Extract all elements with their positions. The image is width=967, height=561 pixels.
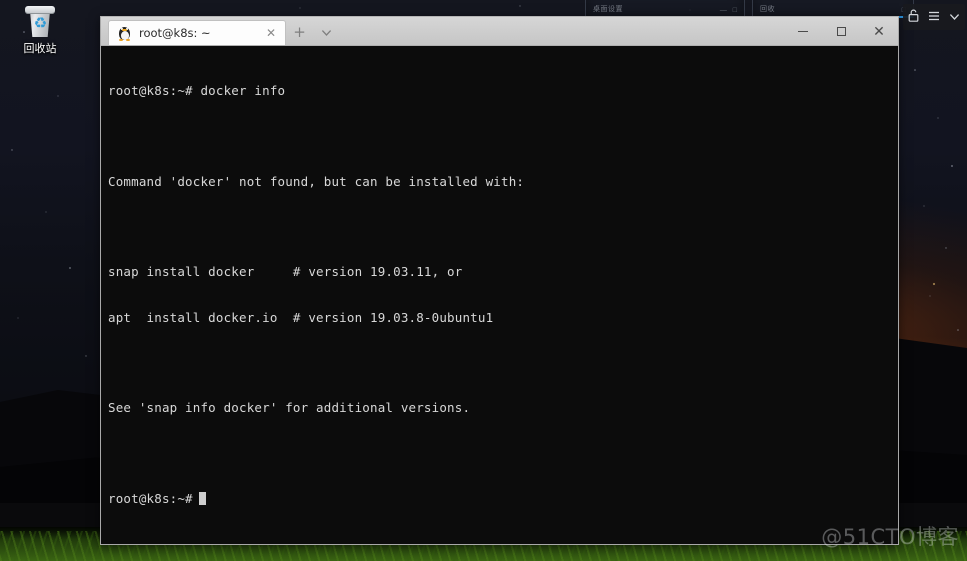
close-button[interactable]: ✕ (860, 17, 898, 46)
tux-foot-right (125, 38, 130, 41)
desktop-icon-label: 回收站 (23, 42, 57, 55)
close-tab-icon[interactable]: ✕ (261, 23, 281, 43)
terminal-line: See 'snap info docker' for additional ve… (108, 400, 471, 416)
terminal-line: apt install docker.io # version 19.03.8-… (108, 309, 494, 325)
background-window-left-controls[interactable]: — □ (720, 7, 739, 14)
lock-icon[interactable] (908, 9, 919, 25)
terminal-window[interactable]: root@k8s: ~ ✕ + ✕ root@k8s:~# docker inf… (100, 16, 899, 545)
terminal-tab-label: root@k8s: ~ (139, 26, 211, 40)
terminal-body[interactable]: root@k8s:~# docker info Command 'docker'… (101, 46, 898, 544)
desktop[interactable]: ♻ 回收站 桌面设置 — □ 回收 □ (0, 0, 967, 561)
terminal-tab-active[interactable]: root@k8s: ~ ✕ (108, 20, 286, 45)
chevron-down-icon[interactable] (949, 11, 960, 24)
terminal-line: root@k8s:~# docker info (108, 83, 286, 99)
background-window-right-text: 回收 (760, 5, 775, 13)
new-tab-button[interactable]: + (286, 20, 313, 45)
terminal-cursor (198, 491, 206, 505)
terminal-output: root@k8s:~# docker info Command 'docker'… (108, 53, 898, 536)
close-icon: ✕ (873, 23, 885, 40)
recycle-bin-icon: ♻ (23, 4, 57, 38)
tab-list-chevron-down-icon[interactable] (313, 20, 340, 45)
window-controls[interactable]: ✕ (784, 17, 898, 46)
terminal-titlebar[interactable]: root@k8s: ~ ✕ + ✕ (101, 17, 898, 46)
minimize-icon (798, 31, 808, 32)
terminal-line: Command 'docker' not found, but can be i… (108, 173, 525, 189)
terminal-tabstrip[interactable]: root@k8s: ~ ✕ + (101, 16, 340, 45)
tux-linux-icon (118, 26, 131, 41)
recycle-symbol-icon: ♻ (33, 15, 48, 32)
maximize-button[interactable] (822, 17, 860, 46)
floating-toolbar[interactable] (903, 4, 965, 30)
minimize-button[interactable] (784, 17, 822, 46)
terminal-prompt-line: root@k8s:~# (108, 491, 898, 506)
recycle-bin-lid (25, 6, 55, 14)
hamburger-menu-icon[interactable] (928, 11, 940, 24)
terminal-line: snap install docker # version 19.03.11, … (108, 264, 463, 280)
maximize-icon (836, 27, 846, 36)
desktop-icon-recycle-bin[interactable]: ♻ 回收站 (8, 4, 72, 56)
tux-foot-left (119, 38, 124, 41)
background-window-left-text: 桌面设置 (593, 5, 623, 13)
terminal-prompt: root@k8s:~# (108, 490, 193, 506)
